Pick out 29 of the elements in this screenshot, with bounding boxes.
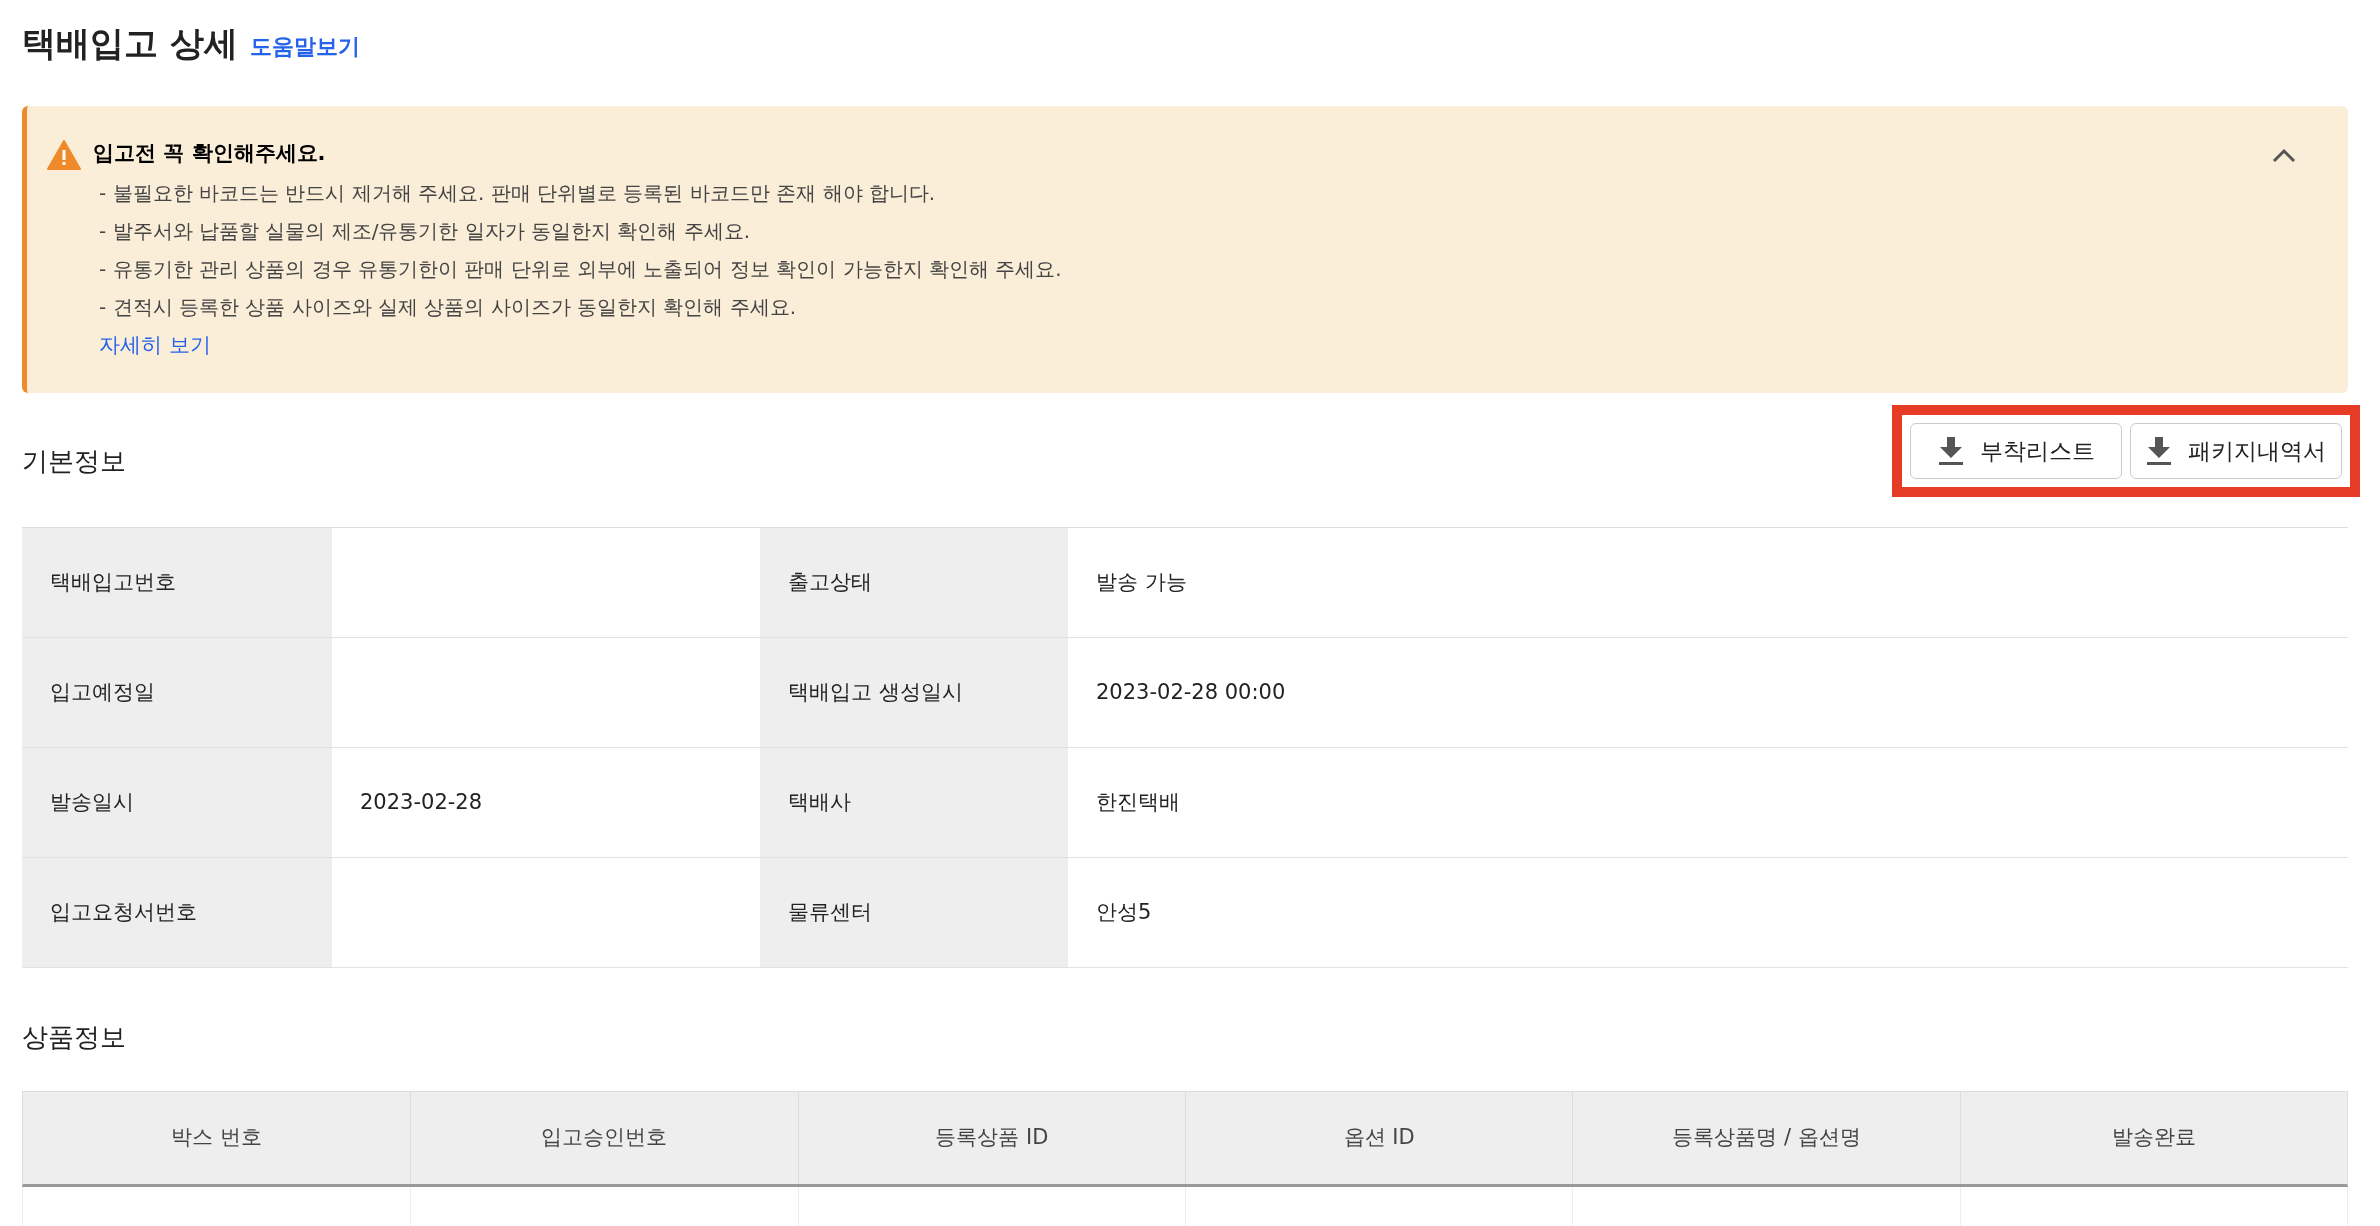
info-label: 입고요청서번호 <box>22 858 332 967</box>
column-header: 옵션 ID <box>1185 1092 1573 1184</box>
download-button[interactable]: 부착리스트 <box>1910 423 2122 479</box>
column-header: 입고승인번호 <box>410 1092 798 1184</box>
column-header: 발송완료 <box>1959 1092 2347 1184</box>
info-label: 발송일시 <box>22 748 332 857</box>
column-header: 박스 번호 <box>170 1124 263 1152</box>
info-label: 택배입고 생성일시 <box>760 638 1068 747</box>
info-label: 택배입고번호 <box>22 528 332 637</box>
warning-icon <box>47 140 81 170</box>
column-header: 등록상품 ID <box>797 1092 1185 1184</box>
info-label: 입고예정일 <box>22 638 332 747</box>
download-icon <box>2146 436 2172 466</box>
download-button[interactable]: 패키지내역서 <box>2130 423 2342 479</box>
section-title: 상품정보 <box>22 1021 127 1054</box>
info-label: 택배사 <box>760 748 1068 857</box>
notice-text: - 유통기한 관리 상품의 경우 유통기한이 판매 단위로 외부에 노출되어 정보 확인이 가능한지 확인해 주세요. <box>98 255 1062 283</box>
info-label: 출고상태 <box>760 528 1068 637</box>
info-label: 물류센터 <box>760 858 1068 967</box>
more-link[interactable]: 자세히 보기 <box>93 329 1062 361</box>
column-header: 등록상품명 / 옵션명 <box>1572 1092 1960 1184</box>
notice-text: - 견적시 등록한 상품 사이즈와 실제 상품의 사이즈가 동일한지 확인해 주세요. <box>98 293 798 321</box>
download-icon <box>1937 436 1964 466</box>
help-link[interactable]: 도움말보기 <box>249 36 360 60</box>
notice-title: 입고전 꼭 확인해주세요. <box>93 140 327 167</box>
notice-text: - 발주서와 납품할 실물의 제조/유통기한 일자가 동일한지 확인해 주세요. <box>98 217 752 245</box>
section-title: 기본정보 <box>22 444 126 478</box>
page-title: 택배입고 상세 <box>22 26 238 60</box>
notice-text: - 불필요한 바코드는 반드시 제거해 주세요. 판매 단위별로 등록된 바코드만 존재 해야 합니다. <box>98 179 937 207</box>
